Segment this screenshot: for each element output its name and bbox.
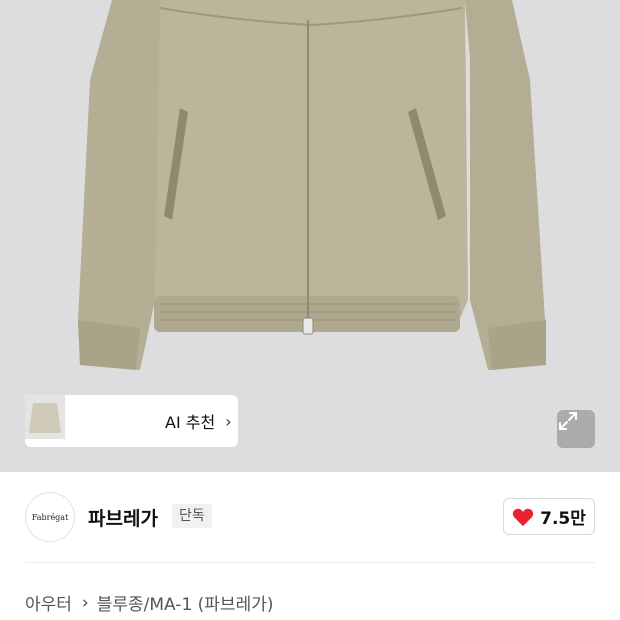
- like-count: 7.5만: [540, 509, 586, 529]
- exclusive-badge: 단독: [172, 504, 212, 528]
- thumbnail-tan-jacket[interactable]: [25, 395, 111, 443]
- product-image[interactable]: AI 추천 ›: [0, 0, 620, 472]
- heart-icon: [512, 508, 534, 526]
- expand-icon: [559, 412, 577, 430]
- ai-recommend-strip[interactable]: AI 추천 ›: [25, 395, 238, 447]
- divider: [25, 562, 595, 563]
- breadcrumb-category[interactable]: 아우터: [25, 590, 72, 615]
- breadcrumb-subcategory[interactable]: 블루종/MA-1 (파브레가): [97, 590, 274, 615]
- ai-recommend-link[interactable]: AI 추천 ›: [165, 409, 232, 433]
- breadcrumb: 아우터 › 블루종/MA-1 (파브레가): [25, 590, 274, 616]
- ai-recommend-label: AI 추천: [165, 413, 216, 432]
- expand-button[interactable]: [557, 410, 595, 448]
- brand-row: Fabrégat 파브레가 단독 7.5만: [0, 472, 620, 562]
- chevron-right-icon: ›: [81, 592, 89, 613]
- thumbnail-beige-jacket[interactable]: [25, 395, 154, 443]
- chevron-right-icon: ›: [225, 411, 232, 431]
- brand-name[interactable]: 파브레가: [88, 504, 158, 531]
- brand-logo[interactable]: Fabrégat: [25, 492, 75, 542]
- like-button[interactable]: 7.5만: [503, 498, 595, 535]
